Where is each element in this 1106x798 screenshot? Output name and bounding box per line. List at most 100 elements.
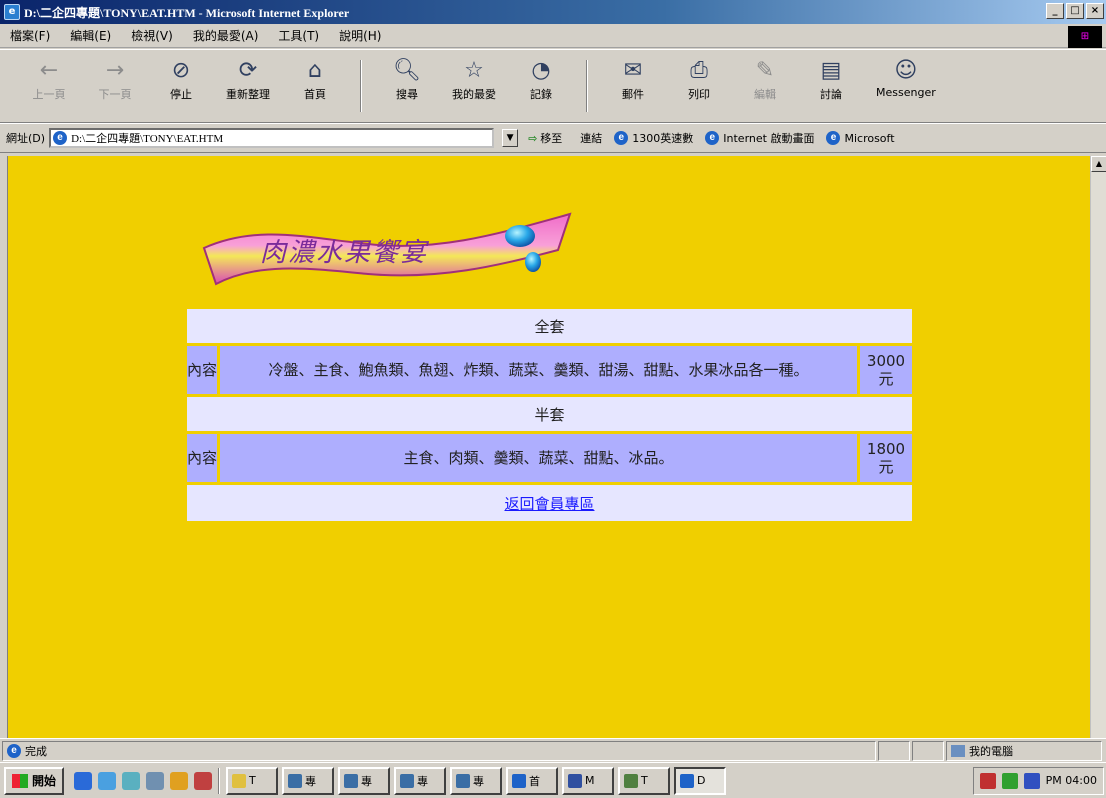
task-button[interactable]: T: [226, 766, 279, 795]
address-url: D:\二企四專題\TONY\EAT.HTM: [71, 133, 224, 145]
stop-button[interactable]: ⊘ 停止: [160, 56, 202, 102]
search-button[interactable]: 🔍︎ 搜尋: [386, 56, 428, 102]
back-button[interactable]: ← 上一頁: [28, 56, 70, 102]
messenger-icon: ☺: [894, 57, 918, 83]
table-row: 內容 主食、肉類、羹類、蔬菜、甜點、冰品。 1800元: [187, 434, 912, 482]
clock: PM 04:00: [1045, 774, 1097, 787]
task-button[interactable]: 專: [338, 766, 391, 795]
mail-label: 郵件: [622, 88, 644, 101]
menu-file[interactable]: 檔案(F): [10, 27, 50, 44]
go-button[interactable]: ⇨ 移至: [528, 130, 562, 146]
discuss-button[interactable]: ▤ 討論: [810, 56, 852, 102]
maximize-button[interactable]: □: [1066, 3, 1084, 19]
link-internet-start[interactable]: e Internet 啟動畫面: [705, 130, 814, 146]
task-label: D: [697, 774, 706, 787]
link-microsoft[interactable]: e Microsoft: [826, 131, 895, 145]
menu-favorites[interactable]: 我的最愛(A): [193, 27, 259, 44]
task-button[interactable]: 專: [450, 766, 503, 795]
refresh-label: 重新整理: [226, 88, 270, 101]
task-button[interactable]: 首: [506, 766, 559, 795]
minimize-button[interactable]: _: [1046, 3, 1064, 19]
favorites-button[interactable]: ☆ 我的最愛: [452, 56, 496, 102]
page-icon: e: [53, 131, 68, 145]
home-button[interactable]: ⌂ 首頁: [294, 56, 336, 102]
favorites-icon: ☆: [464, 57, 484, 83]
table-row: 半套: [187, 397, 912, 431]
address-bar: 網址(D) e D:\二企四專題\TONY\EAT.HTM ▼ ⇨ 移至 連結 …: [0, 123, 1106, 153]
outlook-quicklaunch-icon[interactable]: [98, 771, 117, 790]
back-to-member-link[interactable]: 返回會員專區: [504, 495, 594, 513]
taskbar: 開始 T 專 專 專 專 首 M T D PM 04:00: [0, 762, 1106, 798]
media-quicklaunch-icon[interactable]: [170, 771, 189, 790]
print-button[interactable]: ⎙ 列印: [678, 56, 720, 102]
stop-icon: ⊘: [171, 57, 191, 83]
menu-view[interactable]: 檢視(V): [131, 27, 173, 44]
close-button[interactable]: ×: [1086, 3, 1104, 19]
link-label: Internet 啟動畫面: [723, 132, 815, 145]
status-cell: [912, 740, 944, 761]
link-label: 1300英速數: [632, 132, 694, 145]
forward-label: 下一頁: [98, 88, 132, 101]
task-label: T: [249, 774, 256, 787]
refresh-button[interactable]: ⟳ 重新整理: [226, 56, 270, 102]
history-button[interactable]: ◔ 記錄: [520, 56, 562, 102]
tray-icon[interactable]: [1001, 772, 1018, 789]
home-label: 首頁: [304, 88, 326, 101]
menu-help[interactable]: 說明(H): [339, 27, 381, 44]
app-quicklaunch-icon[interactable]: [194, 771, 213, 790]
computer-icon: [951, 744, 965, 757]
app-icon: [568, 773, 583, 788]
edit-icon: ✎: [755, 57, 775, 83]
link-1300[interactable]: e 1300英速數: [614, 130, 693, 146]
edit-label: 編輯: [754, 88, 776, 101]
back-label: 上一頁: [32, 88, 66, 101]
set2-description: 主食、肉類、羹類、蔬菜、甜點、冰品。: [220, 434, 857, 482]
banner-title: 肉濃水果饗宴: [260, 238, 429, 268]
word-icon: [456, 773, 471, 788]
link-label: Microsoft: [844, 131, 895, 145]
status-cell: [878, 740, 910, 761]
history-icon: ◔: [531, 57, 551, 83]
address-input[interactable]: e D:\二企四專題\TONY\EAT.HTM: [49, 128, 495, 148]
task-button[interactable]: T: [618, 766, 671, 795]
set2-label: 內容: [187, 434, 217, 482]
toolbar-separator: [360, 60, 362, 112]
messenger-label: Messenger: [876, 86, 936, 99]
mail-button[interactable]: ✉ 郵件: [612, 56, 654, 102]
refresh-icon: ⟳: [238, 57, 258, 83]
page-icon: e: [7, 743, 21, 758]
taskbar-separator: [218, 767, 221, 794]
scroll-up-icon[interactable]: ▲: [1091, 156, 1106, 172]
input-method-icon[interactable]: [1023, 772, 1040, 789]
task-button-active[interactable]: D: [674, 766, 727, 795]
edit-button[interactable]: ✎ 編輯: [744, 56, 786, 102]
vertical-scrollbar[interactable]: ▲: [1090, 156, 1106, 738]
desktop-quicklaunch-icon[interactable]: [146, 771, 165, 790]
tray-icon[interactable]: [979, 772, 996, 789]
search-label: 搜尋: [396, 88, 418, 101]
ie-quicklaunch-icon[interactable]: [74, 771, 93, 790]
start-button[interactable]: 開始: [4, 766, 65, 795]
menu-edit[interactable]: 編輯(E): [70, 27, 111, 44]
channel-quicklaunch-icon[interactable]: [122, 771, 141, 790]
task-button[interactable]: 專: [282, 766, 335, 795]
set1-title: 全套: [187, 309, 912, 343]
menu-tools[interactable]: 工具(T): [278, 27, 319, 44]
word-icon: [288, 773, 303, 788]
window-left-edge: [0, 156, 8, 738]
mail-icon: ✉: [623, 57, 643, 83]
ie-icon: e: [4, 4, 20, 20]
task-button[interactable]: 專: [394, 766, 447, 795]
task-label: T: [641, 774, 648, 787]
system-tray: PM 04:00: [972, 766, 1104, 795]
banner-image: 肉濃水果饗宴: [198, 204, 588, 296]
title-bar[interactable]: e D:\二企四專題\TONY\EAT.HTM - Microsoft Inte…: [0, 0, 1106, 24]
messenger-button[interactable]: ☺ Messenger: [876, 56, 936, 100]
word-icon: [400, 773, 415, 788]
address-dropdown-icon[interactable]: ▼: [502, 129, 519, 147]
task-button[interactable]: M: [562, 766, 615, 795]
forward-button[interactable]: → 下一頁: [94, 56, 136, 102]
printer-icon: ⎙: [690, 57, 708, 83]
status-bar: e 完成 我的電腦: [0, 738, 1106, 762]
set1-price: 3000元: [860, 346, 912, 394]
